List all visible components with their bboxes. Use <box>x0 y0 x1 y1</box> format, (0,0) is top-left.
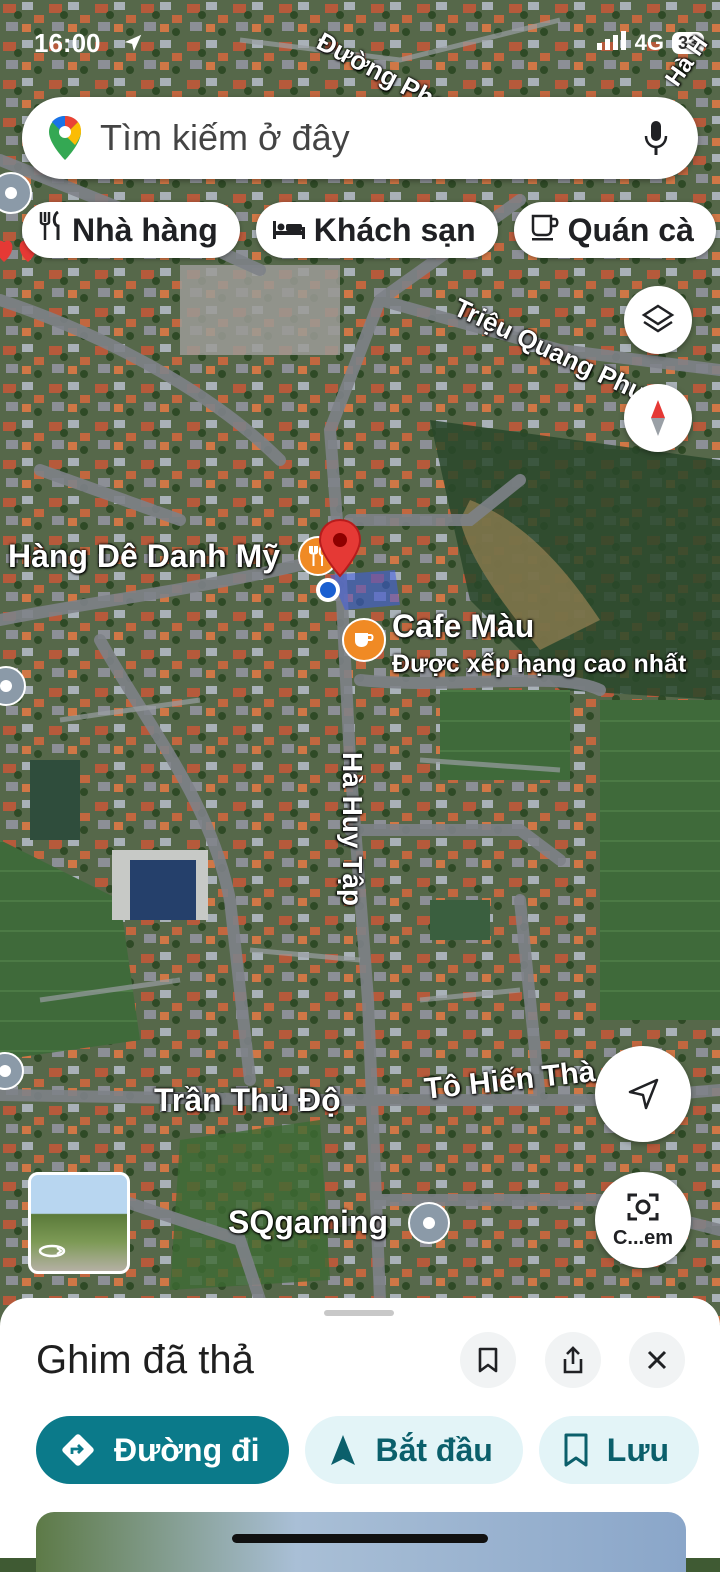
camera-lens-icon <box>627 1193 659 1220</box>
place-sublabel: Được xếp hạng cao nhất <box>392 650 687 678</box>
save-bookmark-button[interactable] <box>460 1332 516 1388</box>
chip-label: Nhà hàng <box>72 211 218 248</box>
place-label[interactable]: SQgaming <box>228 1204 388 1241</box>
drag-handle[interactable] <box>324 1310 394 1316</box>
start-label: Bắt đầu <box>375 1431 493 1468</box>
coffee-cup-icon <box>530 212 560 249</box>
chip-restaurants[interactable]: Nhà hàng <box>22 202 240 258</box>
navigation-arrow-icon <box>628 1078 659 1110</box>
place-label[interactable]: Cafe Màu <box>392 608 534 645</box>
camera-button-label: C...em <box>612 1226 674 1249</box>
dropped-pin-icon[interactable] <box>316 518 364 585</box>
bed-icon <box>272 212 306 249</box>
cafe-marker-icon[interactable] <box>342 618 386 662</box>
directions-label: Đường đi <box>114 1431 260 1468</box>
road-label: Trần Thủ Độ <box>154 1082 341 1118</box>
home-indicator[interactable] <box>232 1534 488 1543</box>
network-type: 4G <box>634 30 664 55</box>
close-icon <box>647 1350 667 1370</box>
chip-cafes[interactable]: Quán cà <box>513 202 716 258</box>
share-button[interactable] <box>545 1332 601 1388</box>
my-location-dot <box>316 578 340 602</box>
directions-icon <box>60 1432 96 1468</box>
fork-knife-icon <box>38 210 64 249</box>
search-input[interactable]: Tìm kiếm ở đây <box>100 117 644 159</box>
action-buttons: Đường đi Bắt đầu Lưu <box>36 1416 700 1484</box>
chip-label: Quán cà <box>567 211 694 248</box>
share-icon <box>563 1346 583 1374</box>
location-arrow-icon <box>122 30 144 61</box>
google-maps-logo-icon <box>48 115 82 161</box>
sheet-title: Ghim đã thả <box>36 1338 254 1382</box>
search-bar[interactable]: Tìm kiếm ở đây <box>22 97 698 179</box>
start-button[interactable]: Bắt đầu <box>305 1416 523 1484</box>
status-time: 16:00 <box>34 28 101 58</box>
layers-button[interactable] <box>624 286 692 354</box>
save-button[interactable]: Lưu <box>538 1416 700 1484</box>
chip-label: Khách sạn <box>313 211 476 248</box>
bookmark-icon <box>478 1347 498 1373</box>
signal-icon <box>596 30 627 56</box>
navigate-button[interactable] <box>595 1046 691 1142</box>
road-label: Hà Huy Tập <box>337 752 368 907</box>
compass-icon <box>651 400 665 436</box>
street-view-thumbnail[interactable] <box>28 1172 130 1274</box>
place-marker-icon[interactable] <box>408 1202 450 1244</box>
chip-hotels[interactable]: Khách sạn <box>255 202 498 258</box>
close-button[interactable] <box>629 1332 685 1388</box>
navigation-arrow-icon <box>329 1433 357 1467</box>
place-label[interactable]: Hàng Dê Danh Mỹ <box>8 538 280 575</box>
compass-button[interactable] <box>624 384 692 452</box>
street-view-360-icon <box>37 1242 67 1265</box>
directions-button[interactable]: Đường đi <box>36 1416 290 1484</box>
category-chips: Nhà hàng Khách sạn Quán cà <box>22 202 716 258</box>
save-label: Lưu <box>606 1431 670 1468</box>
camera-search-button[interactable]: C...em <box>595 1172 691 1268</box>
layers-icon <box>641 304 675 333</box>
microphone-icon[interactable] <box>644 120 668 156</box>
bottom-sheet[interactable]: Ghim đã thả Đường đi Bắt đầu Lưu <box>0 1298 720 1572</box>
bookmark-icon <box>563 1433 589 1467</box>
